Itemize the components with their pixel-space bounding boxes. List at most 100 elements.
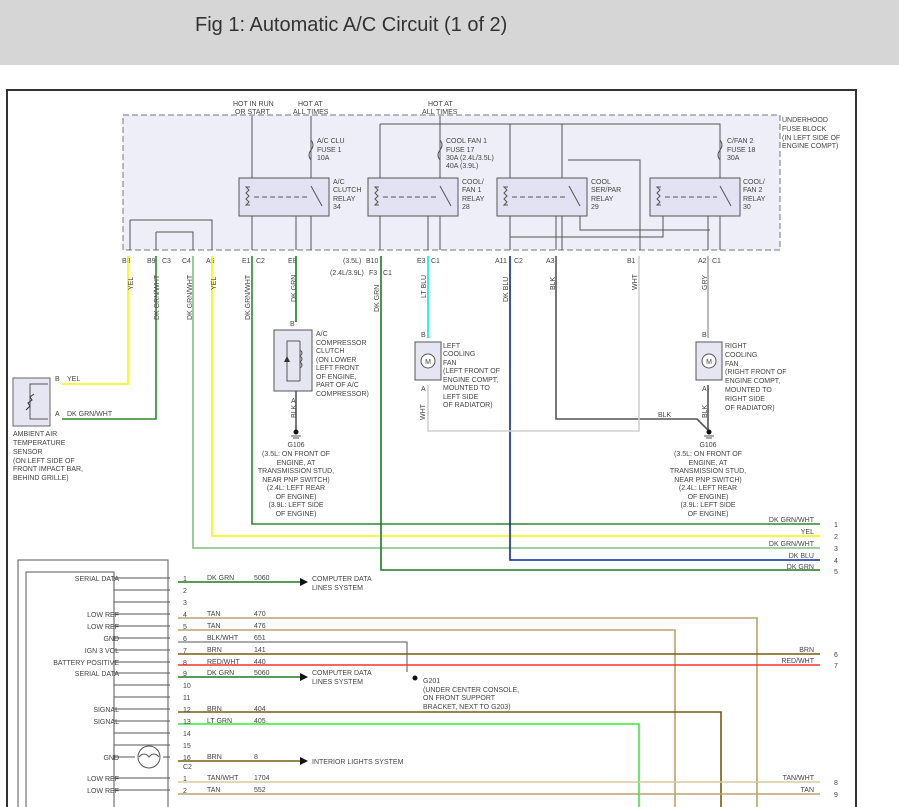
- component-label: CLUTCH: [316, 348, 344, 355]
- wire-color-label: TAN: [207, 611, 220, 618]
- module-signal-label: GND: [103, 636, 119, 643]
- relay-label: 34: [333, 204, 341, 211]
- pin-label: B: [702, 332, 707, 339]
- lamp-icon: [137, 745, 161, 769]
- circuit-number: 470: [254, 611, 266, 618]
- wire-label: BLK: [658, 412, 672, 419]
- ground-label: ENGINE, AT: [689, 460, 728, 467]
- component-label: COMPRESSOR: [316, 340, 367, 347]
- ground-label: TRANSMISSION STUD,: [258, 468, 334, 475]
- offpage-label: DK GRN: [787, 564, 814, 571]
- fuse-label: FUSE 1: [317, 147, 342, 154]
- module-signal-label: LOW REF: [87, 612, 119, 619]
- wire-label: DK GRN/WHT: [154, 274, 161, 320]
- wire-label: DK GRN/WHT: [187, 274, 194, 320]
- ground-label: ENGINE, AT: [277, 460, 316, 467]
- ac-compressor-clutch: B A A/C COMPRESSOR CLUTCH (ON LOWER LEFT…: [273, 321, 369, 405]
- wire-label: BLK: [291, 404, 298, 418]
- offpage-connectors-top: DK GRN/WHT 1 YEL 2 DK GRN/WHT 3 DK BLU 4…: [769, 517, 838, 576]
- component-label: COMPRESSOR): [316, 391, 369, 398]
- module-pin-number: 5: [183, 624, 187, 631]
- ground-label: (3.9L: LEFT SIDE: [268, 502, 323, 509]
- relay-label: FAN 2: [743, 187, 763, 194]
- wire-color-label: DK GRN: [207, 575, 234, 582]
- module-pin-number: 3: [183, 600, 187, 607]
- component-label: (RIGHT FRONT OF: [725, 369, 787, 376]
- pin-label: B8: [122, 258, 131, 265]
- wire-color-label: DK GRN: [207, 670, 234, 677]
- wire-color-label: TAN: [207, 787, 220, 794]
- module-pin-number: 10: [183, 683, 191, 690]
- offpage-label: BRN: [799, 647, 814, 654]
- pin-label: A: [291, 398, 296, 405]
- component-label: ENGINE COMPT,: [725, 378, 780, 385]
- wire-color-label: TAN: [207, 623, 220, 630]
- component-label: FRONT IMPACT BAR,: [13, 466, 83, 473]
- circuit-number: 141: [254, 647, 266, 654]
- component-label: RIGHT: [725, 343, 748, 350]
- module-pin-number: 7: [183, 648, 187, 655]
- source-label: HOT IN RUN: [233, 101, 274, 108]
- wiring-diagram: UNDERHOOD FUSE BLOCK (IN LEFT SIDE OF EN…: [6, 89, 857, 807]
- component-label: MOUNTED TO: [443, 385, 490, 392]
- source-label: OR START: [235, 109, 270, 116]
- module-signal-label: LOW REF: [87, 776, 119, 783]
- relay-label: SER/PAR: [591, 187, 621, 194]
- ground-label: G106: [287, 442, 304, 449]
- ground-label: OF ENGINE): [688, 494, 729, 501]
- wire-dk-grn: [380, 256, 820, 571]
- offpage-label: DK GRN/WHT: [769, 517, 815, 524]
- wire-color-label: BRN: [207, 754, 222, 761]
- pin-label: B: [290, 321, 295, 328]
- connector-label: C2: [183, 764, 192, 771]
- pin-label: A3: [546, 258, 555, 265]
- ground-label: (UNDER CENTER CONSOLE,: [423, 687, 519, 694]
- module-pin-number: 16: [183, 755, 191, 762]
- module-signal-label: SIGNAL: [93, 707, 119, 714]
- component-label: PART OF A/C: [316, 382, 359, 389]
- wire-color-label: BRN: [207, 647, 222, 654]
- wire-label: WHT: [420, 403, 427, 420]
- offpage-number: 2: [834, 534, 838, 541]
- component-label: FAN: [443, 360, 457, 367]
- wire-label: BLK: [550, 276, 557, 290]
- ground-label: BRACKET, NEXT TO G203): [423, 704, 511, 711]
- component-label: SENSOR: [13, 449, 43, 456]
- pin-label: (3.5L): [343, 258, 361, 265]
- offpage-number: 5: [834, 569, 838, 576]
- wire-yel: [62, 256, 129, 385]
- arrow-icon: [300, 673, 308, 681]
- component-label: COOLING: [725, 352, 757, 359]
- module-pin-number: 1: [183, 776, 187, 783]
- relay-label: COOL: [591, 179, 611, 186]
- pin-label: C2: [514, 258, 523, 265]
- module-signal-label: BATTERY POSITIVE: [53, 660, 119, 667]
- component-label: ENGINE COMPT,: [443, 377, 498, 384]
- ground-label: OF ENGINE): [276, 511, 317, 518]
- wire-label: DK GRN/WHT: [67, 411, 113, 418]
- offpage-label: TAN: [801, 787, 814, 794]
- module-signal-label: SERIAL DATA: [75, 576, 120, 583]
- relay-30: COOL/ FAN 2 RELAY 30: [649, 177, 766, 217]
- pin-label: B1: [627, 258, 636, 265]
- pin-label: A5: [206, 258, 215, 265]
- module-signal-label: LOW REF: [87, 624, 119, 631]
- ground-label: ON FRONT SUPPORT: [423, 695, 496, 702]
- pin-label: F3: [369, 270, 377, 277]
- circuit-number: 5060: [254, 575, 270, 582]
- fuse-label: 30A: [727, 155, 740, 162]
- relay-label: RELAY: [333, 196, 356, 203]
- ground-label: TRANSMISSION STUD,: [670, 468, 746, 475]
- fuse-label: 40A (3.9L): [446, 163, 478, 170]
- offpage-number: 9: [834, 792, 838, 799]
- circuit-number: 8: [254, 754, 258, 761]
- fuse-label: A/C CLU: [317, 138, 345, 145]
- relay-label: A/C: [333, 179, 345, 186]
- fuse-block-label: UNDERHOOD: [782, 117, 828, 124]
- wire-label: DK GRN/WHT: [245, 274, 252, 320]
- destination-label: COMPUTER DATA: [312, 576, 372, 583]
- wire-label: GRY: [702, 275, 709, 290]
- module-pin-number: 12: [183, 707, 191, 714]
- ground-label: (3.5L: ON FRONT OF: [262, 451, 330, 458]
- ground-g106-left: G106 (3.5L: ON FRONT OF ENGINE, AT TRANS…: [258, 429, 334, 518]
